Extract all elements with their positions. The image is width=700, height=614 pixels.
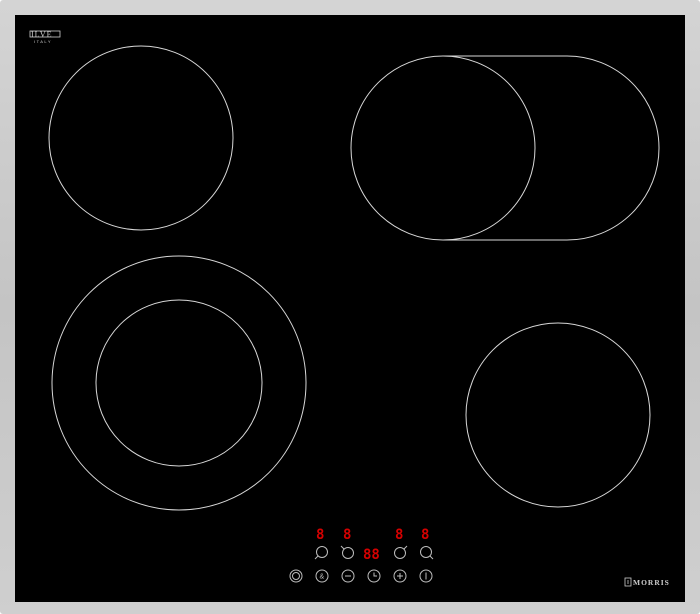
zone-indicator-tick (429, 555, 434, 560)
logo-subtitle: ITALY (34, 39, 52, 44)
display-rear-left: 8 (343, 527, 351, 543)
zone-indicator-tick (340, 545, 345, 550)
lock-label: & (320, 574, 325, 581)
cooktop-frame: ILVE ITALY 8 8 88 8 8 & MORRIS (0, 0, 700, 614)
brand-logo: MORRIS (624, 577, 670, 587)
cooking-zone-rear-left (48, 45, 234, 231)
cooking-zone-front-left-dual (51, 255, 307, 511)
zone-rear-left-icon (342, 547, 354, 559)
zone-indicator-tick (403, 545, 408, 550)
zone-select-rear-left-button[interactable] (340, 545, 354, 559)
zone-front-left-icon (316, 546, 328, 558)
dual-zone-inner-ring (95, 299, 263, 467)
logo-mark: ILVE (31, 30, 52, 39)
dual-zone-icon-inner (292, 572, 300, 580)
display-front-left: 8 (316, 527, 324, 543)
zone-indicator-tick (314, 555, 319, 560)
zone-rear-right-icon (394, 547, 406, 559)
timer-icon-hands (373, 572, 377, 577)
extended-zone-outline (443, 55, 660, 241)
dual-zone-button[interactable] (289, 569, 303, 583)
cooktop-drawing: ILVE ITALY 8 8 88 8 8 & MORRIS (29, 30, 670, 587)
power-button[interactable] (419, 569, 433, 583)
cooking-zone-rear-right-extended (350, 55, 660, 241)
zone-select-rear-right-button[interactable] (394, 545, 408, 559)
zone-front-right-icon (420, 546, 432, 558)
brand-name: MORRIS (633, 578, 670, 587)
lock-button[interactable]: & (315, 569, 329, 583)
display-timer: 88 (363, 547, 380, 563)
display-rear-right: 8 (395, 527, 403, 543)
plus-button[interactable] (393, 569, 407, 583)
zone-select-front-right-button[interactable] (420, 546, 434, 560)
dual-zone-outer-ring (51, 255, 307, 511)
ilve-logo: ILVE ITALY (29, 30, 61, 44)
cooking-zone-front-right (465, 322, 651, 508)
timer-button[interactable] (367, 569, 381, 583)
display-front-right: 8 (421, 527, 429, 543)
cooking-zone-rear-right (350, 55, 536, 241)
dual-zone-icon (289, 569, 303, 583)
zone-select-front-left-button[interactable] (314, 546, 328, 560)
minus-button[interactable] (341, 569, 355, 583)
